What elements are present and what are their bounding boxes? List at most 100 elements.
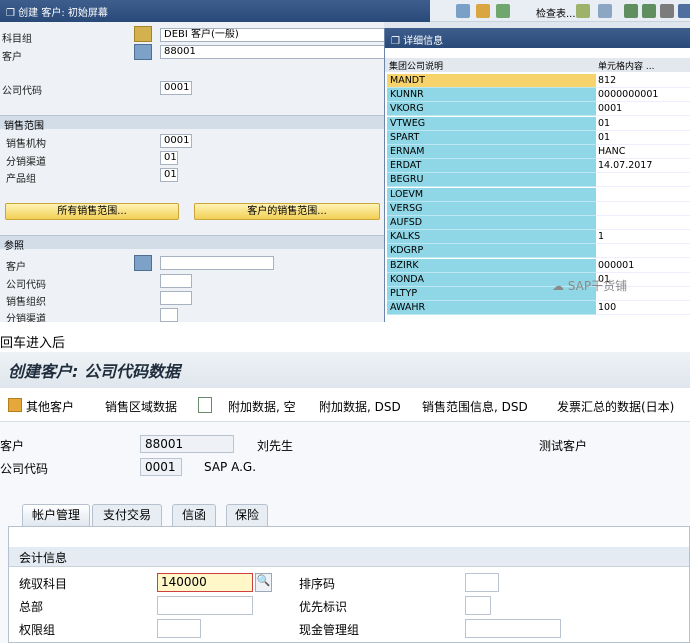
popup-field-value[interactable]: 01 bbox=[596, 116, 690, 131]
popup-field-name[interactable]: KDGRP bbox=[387, 244, 596, 259]
popup-field-value[interactable]: 000001 bbox=[596, 258, 690, 273]
all-sales-areas-button[interactable]: 所有销售范围... bbox=[5, 203, 179, 220]
find-next-icon[interactable] bbox=[476, 4, 490, 18]
ref-company-code-input[interactable] bbox=[160, 274, 192, 288]
popup-field-name[interactable]: VERSG bbox=[387, 201, 596, 216]
accounting-info-section: 会计信息 bbox=[9, 547, 689, 567]
screen-title: 创建客户: 公司代码数据 bbox=[8, 362, 180, 381]
popup-field-value[interactable]: HANC bbox=[596, 145, 690, 159]
popup-field-name[interactable]: BZIRK bbox=[387, 258, 596, 273]
popup-field-name[interactable]: AUFSD bbox=[387, 216, 596, 230]
dist-channel-label: 分销渠道 bbox=[6, 157, 46, 168]
popup-field-value[interactable]: 0001 bbox=[596, 102, 690, 117]
company-code-input[interactable]: 0001 bbox=[160, 81, 192, 95]
ref-customer-label: 客户 bbox=[6, 262, 26, 273]
popup-field-name[interactable]: AWAHR bbox=[387, 301, 596, 316]
document-icon[interactable] bbox=[598, 4, 612, 18]
sort-key-label: 排序码 bbox=[299, 577, 336, 591]
column-header-description[interactable]: 集团公司说明 bbox=[389, 59, 443, 72]
top-toolbar: 检查表... bbox=[430, 0, 690, 22]
bottom-screenshot: 创建客户: 公司代码数据 其他客户 销售区域数据 附加数据, 空 附加数据, D… bbox=[0, 352, 690, 643]
sales-area-data-button[interactable]: 销售区域数据 bbox=[105, 398, 177, 415]
top-screenshot: ❐ 创建 客户: 初始屏幕 检查表... 科目组 DEBI 客户(一般) 客户 … bbox=[0, 0, 690, 322]
popup-field-value[interactable]: 0000000001 bbox=[596, 88, 690, 103]
popup-title-bar: ❐ 详细信息 bbox=[385, 28, 690, 48]
popup-field-name[interactable]: KALKS bbox=[387, 230, 596, 245]
popup-field-name[interactable]: LOEVM bbox=[387, 187, 596, 202]
head-office-label: 总部 bbox=[19, 600, 44, 614]
customer-label: 客户 bbox=[2, 52, 22, 63]
watermark-text: SAP干货铺 bbox=[567, 279, 628, 293]
new-document-icon[interactable] bbox=[8, 398, 22, 412]
ref-customer-input[interactable] bbox=[160, 256, 274, 270]
auth-group-input[interactable] bbox=[157, 619, 201, 638]
invoice-summary-button[interactable]: 发票汇总的数据(日本) bbox=[557, 398, 674, 415]
initial-screen-form: 科目组 DEBI 客户(一般) 客户 88001 公司代码 0001 销售范围 … bbox=[0, 22, 386, 322]
sort-key-input[interactable] bbox=[465, 573, 499, 592]
tab-insurance[interactable]: 保险 bbox=[226, 504, 268, 526]
check-table-button[interactable]: 检查表... bbox=[536, 5, 576, 20]
popup-field-value[interactable]: 1 bbox=[596, 230, 690, 245]
binoculars-icon[interactable] bbox=[134, 44, 152, 60]
account-group-select[interactable]: DEBI 客户(一般) bbox=[160, 28, 386, 42]
customer-sales-areas-button[interactable]: 客户的销售范围... bbox=[194, 203, 380, 220]
customer-input[interactable]: 88001 bbox=[160, 45, 386, 59]
popup-field-name[interactable]: ERNAM bbox=[387, 145, 596, 159]
ref-dist-channel-input[interactable] bbox=[160, 308, 178, 322]
preference-input[interactable] bbox=[465, 596, 491, 615]
popup-field-name[interactable]: SPART bbox=[387, 130, 596, 145]
head-office-input[interactable] bbox=[157, 596, 253, 615]
sort-descending-icon[interactable] bbox=[642, 4, 656, 18]
sum-icon[interactable] bbox=[678, 4, 690, 18]
popup-field-value[interactable]: 812 bbox=[596, 74, 690, 88]
export-icon[interactable] bbox=[576, 4, 590, 18]
sales-area-info-dsd-button[interactable]: 销售范围信息, DSD bbox=[422, 398, 528, 415]
column-header-content[interactable]: 单元格内容 ... bbox=[598, 59, 654, 72]
tab-payment-transactions[interactable]: 支付交易 bbox=[92, 504, 162, 526]
dist-channel-input[interactable]: 01 bbox=[160, 151, 178, 165]
window-icon: ❐ bbox=[6, 8, 15, 19]
popup-field-name[interactable]: ERDAT bbox=[387, 159, 596, 174]
search-help-icon[interactable]: 🔍 bbox=[255, 573, 272, 592]
popup-field-name[interactable]: KUNNR bbox=[387, 88, 596, 103]
sales-org-input[interactable]: 0001 bbox=[160, 134, 192, 148]
popup-field-value[interactable] bbox=[596, 173, 690, 188]
popup-field-value[interactable] bbox=[596, 216, 690, 230]
filter-icon[interactable] bbox=[660, 4, 674, 18]
add-page-icon[interactable] bbox=[198, 397, 212, 413]
recon-account-input[interactable]: 140000 bbox=[157, 573, 253, 592]
screen-title-bar: 创建客户: 公司代码数据 bbox=[0, 352, 690, 388]
popup-field-value[interactable] bbox=[596, 187, 690, 202]
sort-ascending-icon[interactable] bbox=[624, 4, 638, 18]
ref-sales-org-input[interactable] bbox=[160, 291, 192, 305]
popup-field-value[interactable]: 01 bbox=[596, 130, 690, 145]
refresh-icon[interactable] bbox=[496, 4, 510, 18]
application-toolbar: 其他客户 销售区域数据 附加数据, 空 附加数据, DSD 销售范围信息, DS… bbox=[0, 388, 690, 422]
popup-field-value[interactable] bbox=[596, 244, 690, 259]
division-input[interactable]: 01 bbox=[160, 168, 178, 182]
window-title-bar: ❐ 创建 客户: 初始屏幕 bbox=[0, 0, 430, 22]
preference-label: 优先标识 bbox=[299, 600, 348, 614]
customer-display-field: 88001 bbox=[140, 435, 234, 453]
popup-field-value[interactable]: 14.07.2017 bbox=[596, 159, 690, 174]
popup-field-name[interactable]: MANDT bbox=[387, 74, 596, 88]
additional-data-dsd-button[interactable]: 附加数据, DSD bbox=[319, 398, 401, 415]
popup-table-header: 集团公司说明 单元格内容 ... bbox=[385, 58, 690, 72]
cash-mgmt-group-input[interactable] bbox=[465, 619, 561, 638]
account-group-icon[interactable] bbox=[134, 26, 152, 42]
popup-field-name[interactable]: BEGRU bbox=[387, 173, 596, 188]
tab-correspondence[interactable]: 信函 bbox=[172, 504, 216, 526]
customer-city: 测试客户 bbox=[539, 439, 588, 453]
additional-data-empty-button[interactable]: 附加数据, 空 bbox=[228, 398, 296, 415]
customer-label: 客户 bbox=[0, 439, 25, 453]
tab-account-management[interactable]: 帐户管理 bbox=[22, 504, 90, 526]
other-customer-button[interactable]: 其他客户 bbox=[26, 398, 74, 415]
popup-field-value[interactable]: 100 bbox=[596, 301, 690, 316]
binoculars-icon[interactable] bbox=[456, 4, 470, 18]
ref-sales-org-label: 销售组织 bbox=[6, 297, 46, 308]
binoculars-icon[interactable] bbox=[134, 255, 152, 271]
popup-field-name[interactable]: VTWEG bbox=[387, 116, 596, 131]
division-label: 产品组 bbox=[6, 174, 36, 185]
popup-field-name[interactable]: VKORG bbox=[387, 102, 596, 117]
popup-field-value[interactable] bbox=[596, 201, 690, 216]
